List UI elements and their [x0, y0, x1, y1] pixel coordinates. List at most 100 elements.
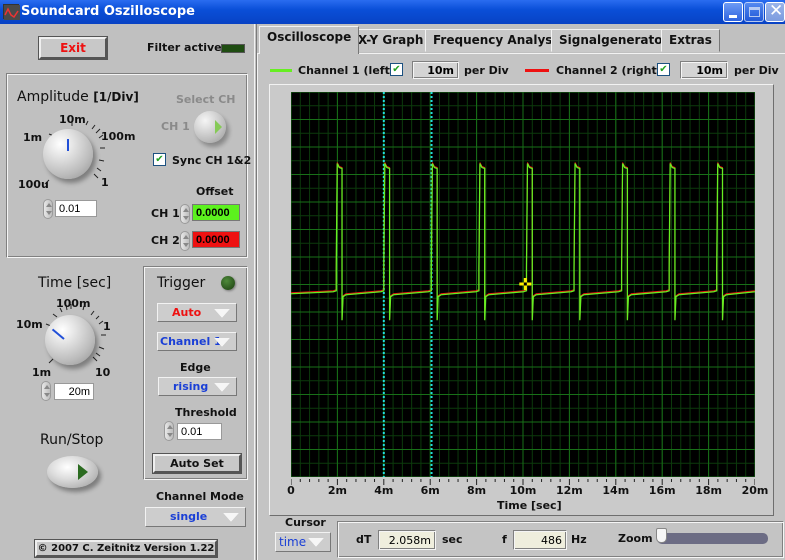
maximize-button[interactable] [744, 2, 764, 22]
minimize-icon [729, 15, 737, 18]
close-button[interactable]: ✕ [765, 1, 785, 22]
trigger-title: Trigger [157, 275, 206, 291]
time-scale-1: 1 [103, 320, 111, 333]
x-tick-label: 14m [602, 484, 630, 497]
x-tick-label: 20m [741, 484, 769, 497]
threshold-label: Threshold [175, 406, 237, 419]
ch1-legend-line [270, 69, 292, 72]
amplitude-scale-1: 1 [101, 176, 109, 189]
x-tick-label: 8m [467, 484, 487, 497]
threshold-spinner[interactable] [164, 421, 174, 441]
check-icon: ✔ [392, 64, 401, 75]
run-stop-button[interactable] [47, 456, 98, 488]
filter-led[interactable] [221, 44, 245, 53]
dt-value [378, 530, 436, 550]
trigger-led [221, 276, 235, 290]
trigger-edge-value: rising [173, 380, 209, 393]
amplitude-input[interactable] [55, 200, 97, 217]
trigger-mode-value: Auto [172, 306, 202, 319]
x-tick-label: 2m [327, 484, 347, 497]
x-tick-label: 18m [695, 484, 722, 497]
check-icon: ✔ [155, 154, 164, 165]
amplitude-scale-100m: 100m [101, 130, 136, 143]
time-knob[interactable] [45, 315, 95, 365]
amplitude-spinner[interactable] [43, 199, 53, 219]
amplitude-scale-100u: 100u [18, 178, 49, 191]
ch2-legend-line [525, 69, 549, 72]
x-tick-label: 0 [287, 484, 295, 497]
f-label: f [502, 533, 507, 546]
zoom-slider-thumb[interactable] [656, 528, 667, 543]
close-icon: ✕ [769, 1, 784, 21]
app-icon [3, 4, 20, 20]
title-bar: Soundcard Oszilloscope ✕ [0, 0, 785, 24]
tab-frequency-analysis[interactable]: Frequency Analysis [425, 29, 572, 52]
amplitude-title: Amplitude [1/Div] [17, 89, 139, 105]
filter-label: Filter active [147, 41, 222, 54]
zoom-slider-track[interactable] [657, 533, 768, 544]
chevron-down-icon [214, 338, 230, 347]
crosshair-center [523, 282, 527, 286]
amplitude-knob-pointer [67, 139, 69, 151]
edge-label: Edge [180, 361, 211, 374]
trigger-source-value: Channel 1 [160, 335, 222, 348]
window-title: Soundcard Oszilloscope [21, 4, 195, 19]
ch1-checkbox[interactable]: ✔ [390, 63, 403, 76]
maximize-icon [749, 7, 760, 17]
offset-ch1-input[interactable] [192, 204, 240, 221]
dt-unit: sec [442, 533, 463, 546]
cursor-label: Cursor [285, 516, 326, 529]
offset-ch2-spinner[interactable] [180, 231, 190, 251]
sync-checkbox[interactable]: ✔ [153, 153, 166, 166]
ch2-checkbox[interactable]: ✔ [657, 63, 670, 76]
offset-ch2-input[interactable] [192, 231, 240, 248]
f-unit: Hz [571, 533, 587, 546]
offset-ch2-label: CH 2 [151, 234, 180, 247]
tab-xy-graph[interactable]: X-Y Graph [350, 29, 432, 52]
dt-label: dT [356, 533, 372, 546]
select-ch-button[interactable] [194, 111, 226, 143]
time-input[interactable] [54, 383, 94, 400]
time-scale-100m: 100m [56, 297, 91, 310]
ch2-per-div-input[interactable] [680, 61, 728, 79]
select-ch-label: CH 1 [161, 120, 190, 133]
ch1-per-div-input[interactable] [412, 61, 459, 79]
channel-mode-dropdown[interactable]: single [145, 507, 246, 527]
oscilloscope-plot[interactable] [291, 92, 755, 477]
time-scale-1m: 1m [32, 366, 52, 379]
tab-oscilloscope[interactable]: Oscilloscope [259, 26, 360, 54]
chevron-down-icon [214, 309, 230, 318]
x-axis-title: Time [sec] [497, 499, 562, 512]
trigger-edge-dropdown[interactable]: rising [158, 377, 237, 396]
play-icon [215, 120, 222, 134]
cursor-mode-dropdown[interactable]: time [275, 532, 331, 552]
time-scale-10: 10 [95, 366, 111, 379]
copyright-label: © 2007 C. Zeitnitz Version 1.22 [34, 539, 218, 558]
tab-signalgenerator[interactable]: Signalgenerator [551, 29, 677, 52]
time-scale-10m: 10m [16, 318, 43, 331]
offset-ch1-spinner[interactable] [180, 204, 190, 224]
exit-button[interactable]: Exit [38, 36, 108, 60]
x-tick-label: 10m [509, 484, 537, 497]
trigger-source-dropdown[interactable]: Channel 1 [157, 332, 237, 351]
time-title: Time [sec] [38, 275, 112, 291]
check-icon: ✔ [659, 64, 668, 75]
ch1-label: Channel 1 (left) [298, 64, 395, 77]
amplitude-scale-10m: 10m [59, 113, 86, 126]
amplitude-knob[interactable] [43, 129, 93, 179]
minimize-button[interactable] [723, 2, 743, 22]
offset-ch1-label: CH 1 [151, 207, 180, 220]
cursor-mode-value: time [279, 535, 307, 549]
play-icon [78, 464, 88, 480]
threshold-input[interactable] [177, 423, 222, 440]
ch2-per-div-label: per Div [734, 64, 779, 77]
chevron-down-icon [214, 383, 230, 392]
select-ch-title: Select CH [176, 93, 236, 106]
x-tick-label: 16m [648, 484, 676, 497]
trigger-mode-dropdown[interactable]: Auto [157, 303, 237, 322]
auto-set-button[interactable]: Auto Set [152, 453, 242, 474]
time-spinner[interactable] [41, 381, 51, 401]
tab-extras[interactable]: Extras [661, 29, 720, 52]
chevron-down-icon [223, 513, 239, 522]
channel-mode-value: single [170, 510, 208, 523]
